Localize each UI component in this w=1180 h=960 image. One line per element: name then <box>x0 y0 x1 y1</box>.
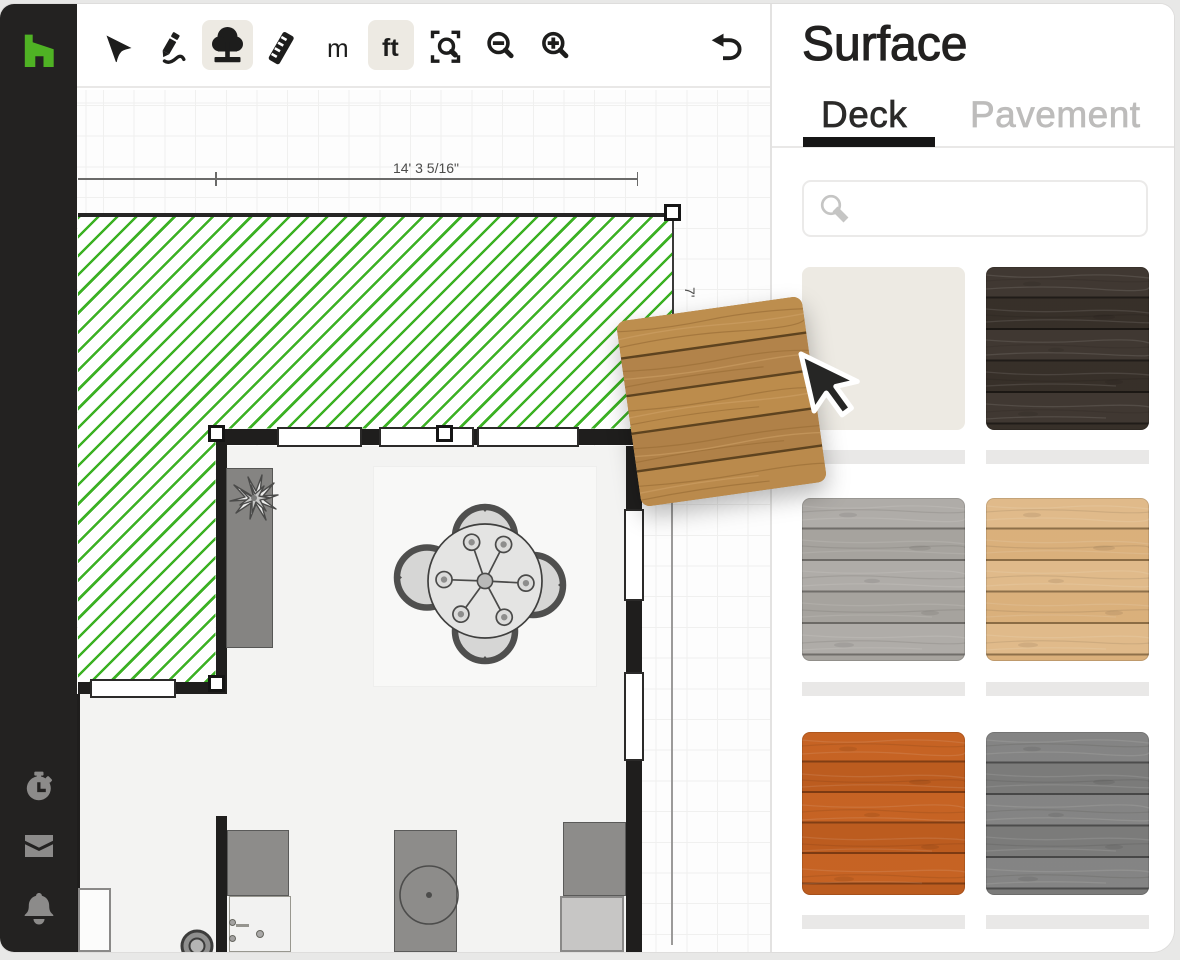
svg-text:m: m <box>327 33 349 63</box>
svg-text:ft: ft <box>382 34 399 62</box>
